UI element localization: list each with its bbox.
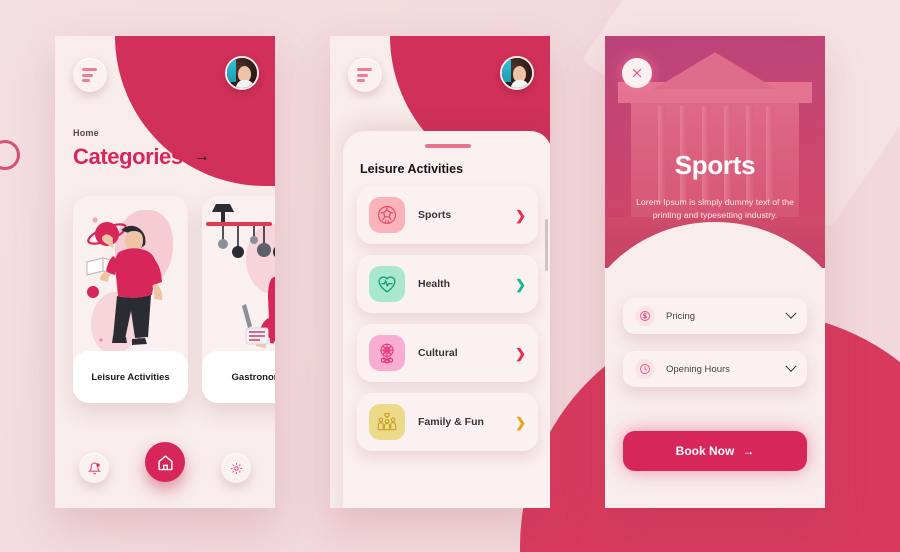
book-now-button[interactable]: Book Now → bbox=[623, 431, 807, 471]
heartbeat-icon bbox=[369, 266, 405, 302]
category-card-strip[interactable]: Leisure Activities Gastrono bbox=[73, 196, 275, 403]
accordion-opening-hours[interactable]: Opening Hours bbox=[623, 351, 807, 387]
hero-title: Sports bbox=[674, 150, 756, 180]
dreamcatcher-icon bbox=[369, 335, 405, 371]
hero-image: Sports Lorem Ipsum is simply dummy text … bbox=[605, 36, 825, 268]
accordion-label: Opening Hours bbox=[666, 363, 730, 375]
avatar-collar bbox=[236, 80, 254, 88]
activity-list: Sports ❯ Health ❯ Cultural ❯ Family & Fu… bbox=[343, 186, 550, 451]
page-title-row: Categories → bbox=[73, 144, 210, 170]
app-mockup-stage: Home Categories → Leisure Activities Gas… bbox=[0, 0, 900, 552]
bell-icon[interactable] bbox=[79, 453, 109, 483]
list-item-label: Health bbox=[418, 278, 451, 290]
arrow-right-icon: → bbox=[742, 444, 755, 458]
phone-screen-list: Leisure Activities Sports ❯ Health ❯ Cul… bbox=[330, 36, 550, 508]
dollar-icon bbox=[635, 306, 655, 326]
list-scrollbar[interactable] bbox=[545, 219, 548, 271]
book-now-label: Book Now bbox=[675, 444, 735, 458]
detail-accordion-group: Pricing Opening Hours bbox=[605, 298, 825, 387]
gear-icon[interactable] bbox=[221, 453, 251, 483]
category-card-gastronomy[interactable]: Gastronomy bbox=[202, 196, 275, 403]
list-item-family-fun[interactable]: Family & Fun ❯ bbox=[357, 393, 538, 451]
avatar[interactable] bbox=[500, 56, 534, 90]
avatar[interactable] bbox=[225, 56, 259, 90]
phone-screen-detail: Sports Lorem Ipsum is simply dummy text … bbox=[605, 36, 825, 508]
page-title: Categories bbox=[73, 144, 183, 169]
list-item-label: Family & Fun bbox=[418, 416, 484, 428]
sheet-title: Leisure Activities bbox=[360, 162, 464, 176]
bottom-navigation-bar bbox=[55, 442, 275, 492]
chevron-down-icon[interactable] bbox=[785, 307, 797, 319]
hero-subtitle: Lorem Ipsum is simply dummy text of the … bbox=[636, 197, 794, 220]
avatar-background-strip bbox=[502, 60, 511, 82]
list-item-health[interactable]: Health ❯ bbox=[357, 255, 538, 313]
list-item-sports[interactable]: Sports ❯ bbox=[357, 186, 538, 244]
category-card-leisure[interactable]: Leisure Activities bbox=[73, 196, 188, 403]
soccer-ball-icon bbox=[369, 197, 405, 233]
avatar-background-strip bbox=[227, 60, 236, 82]
list-item-cultural[interactable]: Cultural ❯ bbox=[357, 324, 538, 382]
avatar-collar bbox=[511, 80, 529, 88]
list-item-label: Sports bbox=[418, 209, 452, 221]
category-card-label: Gastronomy bbox=[202, 351, 275, 403]
accordion-pricing[interactable]: Pricing bbox=[623, 298, 807, 334]
sheet-grabber[interactable] bbox=[424, 144, 471, 148]
breadcrumb: Home bbox=[73, 128, 99, 138]
accordion-label: Pricing bbox=[666, 310, 696, 322]
phone-screen-home: Home Categories → Leisure Activities Gas… bbox=[55, 36, 275, 508]
family-icon bbox=[369, 404, 405, 440]
background-ring-decoration bbox=[0, 140, 20, 170]
home-icon[interactable] bbox=[145, 442, 185, 482]
chevron-right-icon[interactable]: ❯ bbox=[515, 209, 526, 222]
hamburger-icon[interactable] bbox=[348, 58, 382, 92]
chevron-right-icon[interactable]: ❯ bbox=[515, 416, 526, 429]
arrow-right-icon[interactable]: → bbox=[194, 149, 210, 165]
hamburger-icon[interactable] bbox=[73, 58, 107, 92]
close-icon[interactable] bbox=[622, 58, 652, 88]
chevron-right-icon[interactable]: ❯ bbox=[515, 347, 526, 360]
clock-icon bbox=[635, 359, 655, 379]
list-item-label: Cultural bbox=[418, 347, 458, 359]
chevron-right-icon[interactable]: ❯ bbox=[515, 278, 526, 291]
chevron-down-icon[interactable] bbox=[785, 360, 797, 372]
bottom-sheet: Leisure Activities Sports ❯ Health ❯ Cul… bbox=[343, 131, 550, 508]
category-card-label: Leisure Activities bbox=[73, 351, 188, 403]
